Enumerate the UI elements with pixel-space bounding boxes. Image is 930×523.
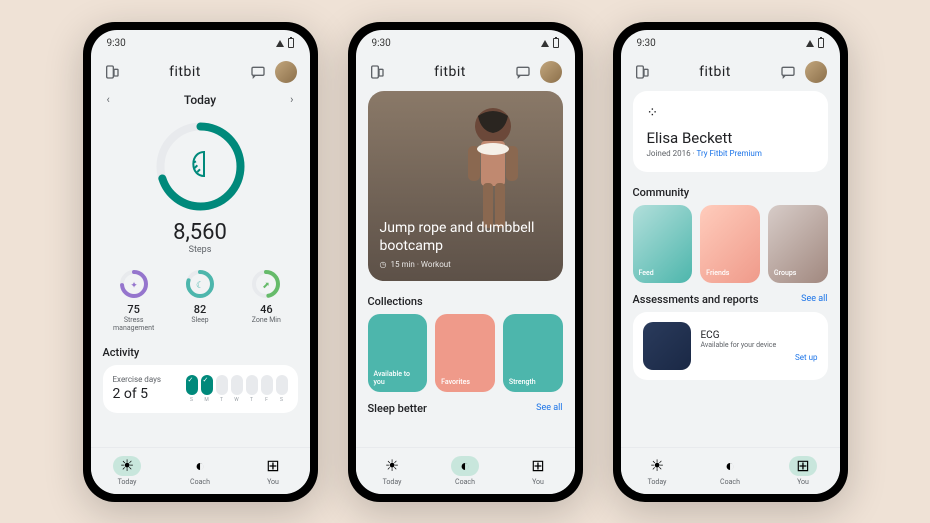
exercise-card[interactable]: Exercise days 2 of 5 S M T W T F S [103,365,298,413]
status-bar: 9:30 [91,30,310,57]
svg-text:☾: ☾ [196,281,204,291]
status-bar: 9:30 [356,30,575,57]
collections-heading: Collections [368,295,563,308]
collections-row: Available to you Favorites Strength [368,314,563,392]
app-header: fitbit [621,57,840,87]
steps-ring[interactable] [103,119,298,214]
sun-icon: ☀ [113,456,141,476]
devices-icon[interactable] [368,63,386,81]
nav-coach[interactable]: ◐Coach [164,456,237,486]
svg-text:⬈: ⬈ [263,281,271,291]
avatar[interactable] [540,61,562,83]
bottom-nav: ☀Today ◐Coach ⊞You [91,447,310,494]
whistle-icon: ◐ [451,456,479,476]
community-row: Feed Friends Groups [633,205,828,283]
phone-today: 9:30 fitbit ‹ Today › 8,560 Steps ✦ [83,22,318,502]
profile-card[interactable]: ⁘ Elisa Beckett Joined 2016 · Try Fitbit… [633,91,828,172]
steps-label: Steps [103,245,298,255]
shoe-icon [184,148,216,184]
collection-strength[interactable]: Strength [503,314,563,392]
see-all-link[interactable]: See all [536,403,562,413]
week-dots: S M T W T F S [186,375,288,403]
avatar[interactable] [275,61,297,83]
community-feed[interactable]: Feed [633,205,693,283]
hero-title: Jump rope and dumbbell bootcamp [380,219,551,255]
profile-name: Elisa Beckett [647,129,814,147]
date-nav: ‹ Today › [103,87,298,113]
date-label: Today [184,93,216,107]
ecg-thumbnail [643,322,691,370]
nav-today[interactable]: ☀Today [356,456,429,486]
bottom-nav: ☀Today ◐Coach ⊞You [621,447,840,494]
premium-link[interactable]: Try Fitbit Premium [696,149,761,158]
nav-you[interactable]: ⊞You [767,456,840,486]
grid-icon: ⊞ [259,456,287,476]
sleep-heading: Sleep better [368,402,427,415]
collection-favorites[interactable]: Favorites [435,314,495,392]
nav-today[interactable]: ☀Today [91,456,164,486]
clock-icon: ◷ [380,260,387,269]
workout-hero[interactable]: Jump rope and dumbbell bootcamp ◷15 min … [368,91,563,281]
steps-display: 8,560 Steps [103,220,298,255]
see-all-link[interactable]: See all [801,294,827,304]
phone-you: 9:30 fitbit ⁘ Elisa Beckett Joined 2016 … [613,22,848,502]
activity-heading: Activity [103,346,298,359]
sun-icon: ☀ [643,456,671,476]
phone-coach: 9:30 fitbit Jump rope and dumbbell bootc… [348,22,583,502]
chat-icon[interactable] [249,63,267,81]
devices-icon[interactable] [103,63,121,81]
sun-icon: ☀ [378,456,406,476]
community-friends[interactable]: Friends [700,205,760,283]
svg-text:✦: ✦ [130,281,138,291]
community-heading: Community [633,186,828,199]
zone-metric[interactable]: ⬈ 46 Zone Min [235,269,297,333]
chat-icon[interactable] [779,63,797,81]
whistle-icon: ◐ [716,456,744,476]
signal-icon [276,40,284,47]
battery-icon [288,38,294,48]
profile-subtitle: Joined 2016 · Try Fitbit Premium [647,149,814,158]
setup-link[interactable]: Set up [701,353,818,362]
status-time: 9:30 [107,38,126,49]
nav-today[interactable]: ☀Today [621,456,694,486]
grid-icon: ⊞ [524,456,552,476]
chat-icon[interactable] [514,63,532,81]
nav-coach[interactable]: ◐Coach [694,456,767,486]
prev-day[interactable]: ‹ [107,93,110,106]
nav-coach[interactable]: ◐Coach [429,456,502,486]
devices-icon[interactable] [633,63,651,81]
fitbit-logo-icon: ⁘ [647,105,814,121]
signal-icon [541,40,549,47]
signal-icon [806,40,814,47]
next-day[interactable]: › [290,93,293,106]
stress-metric[interactable]: ✦ 75 Stressmanagement [103,269,165,333]
avatar[interactable] [805,61,827,83]
app-header: fitbit [356,57,575,87]
nav-you[interactable]: ⊞You [237,456,310,486]
whistle-icon: ◐ [186,456,214,476]
bottom-nav: ☀Today ◐Coach ⊞You [356,447,575,494]
grid-icon: ⊞ [789,456,817,476]
battery-icon [818,38,824,48]
sleep-metric[interactable]: ☾ 82 Sleep [169,269,231,333]
assessments-heading: Assessments and reports [633,293,759,306]
collection-available[interactable]: Available to you [368,314,428,392]
battery-icon [553,38,559,48]
mini-metrics: ✦ 75 Stressmanagement ☾ 82 Sleep ⬈ 46 Zo… [103,269,298,333]
nav-you[interactable]: ⊞You [502,456,575,486]
hero-meta: ◷15 min · Workout [380,260,551,269]
status-bar: 9:30 [621,30,840,57]
app-header: fitbit [91,57,310,87]
ecg-card[interactable]: ECG Available for your device Set up [633,312,828,380]
app-title: fitbit [169,64,201,80]
community-groups[interactable]: Groups [768,205,828,283]
steps-value: 8,560 [103,220,298,245]
